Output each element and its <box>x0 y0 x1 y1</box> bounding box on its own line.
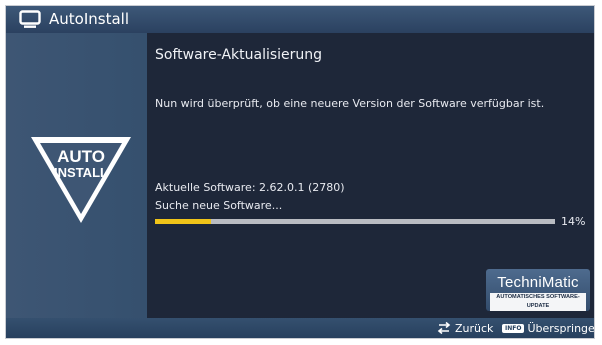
window-title: AutoInstall <box>49 10 129 28</box>
page-title: Software-Aktualisierung <box>155 47 323 63</box>
info-message: Nun wird überprüft, ob eine neuere Versi… <box>155 97 545 110</box>
skip-button[interactable]: INFO Überspringen <box>502 320 595 336</box>
back-label: Zurück <box>455 321 494 335</box>
brand-tagline: AUTOMATISCHES SOFTWARE-UPDATE <box>490 293 586 311</box>
technimatic-logo: TechniMatic AUTOMATISCHES SOFTWARE-UPDAT… <box>486 269 590 311</box>
main-content: Software-Aktualisierung Nun wird überprü… <box>147 33 594 320</box>
info-key-icon: INFO <box>502 323 525 333</box>
title-bar: AutoInstall <box>6 6 594 33</box>
progress-percent: 14% <box>561 215 586 228</box>
skip-label: Überspringen <box>527 321 595 335</box>
back-button[interactable]: Zurück <box>436 320 493 336</box>
logo-text-line1: AUTO <box>57 147 105 166</box>
brand-name: TechniMatic <box>497 274 579 291</box>
back-arrows-icon <box>437 321 451 335</box>
logo-text-line2: INSTALL <box>54 165 108 180</box>
tv-icon <box>19 10 41 28</box>
progress-bar <box>155 219 555 224</box>
progress-bar-fill <box>155 219 211 224</box>
auto-install-logo: AUTO INSTALL <box>31 137 131 223</box>
sidebar: AUTO INSTALL <box>6 33 147 320</box>
screen-frame: AutoInstall AUTO INSTALL Software-Aktual… <box>5 5 595 339</box>
footer-bar: Zurück INFO Überspringen <box>6 318 594 338</box>
current-software-version: Aktuelle Software: 2.62.0.1 (2780) <box>155 181 345 194</box>
status-text: Suche neue Software... <box>155 199 283 212</box>
